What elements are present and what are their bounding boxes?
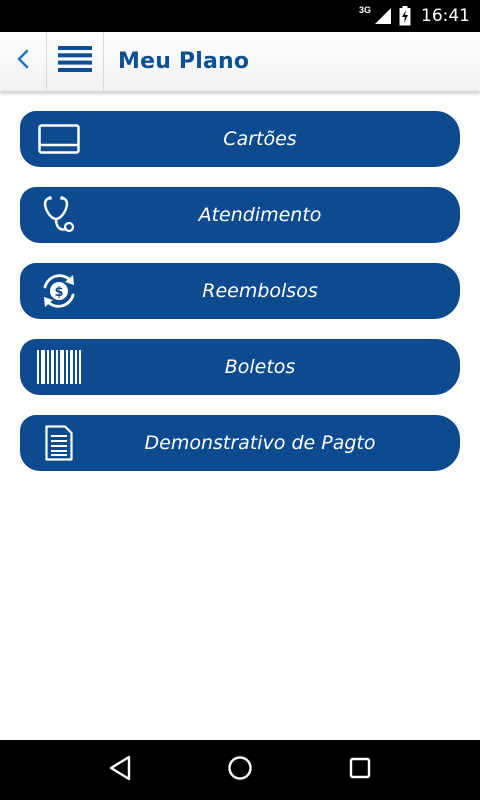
refund-icon: $	[36, 271, 82, 311]
clock: 16:41	[421, 6, 470, 26]
menu-item-reembolsos[interactable]: $ Reembolsos	[20, 263, 460, 319]
nav-back-button[interactable]	[100, 750, 140, 790]
status-bar: 3G 16:41	[0, 0, 480, 32]
menu-item-label: Demonstrativo de Pagto	[144, 432, 376, 454]
signal-icon	[375, 8, 391, 24]
menu-item-boletos[interactable]: Boletos	[20, 339, 460, 395]
back-button[interactable]	[0, 31, 47, 92]
stethoscope-icon	[36, 195, 82, 235]
triangle-back-icon	[108, 755, 132, 786]
nav-recents-button[interactable]	[340, 750, 380, 790]
menu-item-label: Reembolsos	[202, 280, 318, 302]
navigation-bar	[0, 740, 480, 800]
square-recents-icon	[349, 757, 371, 784]
menu-item-label: Cartões	[223, 128, 297, 150]
menu-item-atendimento[interactable]: Atendimento	[20, 187, 460, 243]
card-icon	[36, 119, 82, 159]
app-bar: Meu Plano	[0, 31, 480, 92]
battery-icon	[399, 6, 411, 26]
barcode-icon	[36, 347, 82, 387]
menu-item-cartoes[interactable]: Cartões	[20, 111, 460, 167]
menu-item-label: Boletos	[224, 356, 296, 378]
circle-home-icon	[227, 755, 253, 786]
chevron-left-icon	[16, 48, 30, 75]
network-type: 3G	[358, 5, 371, 15]
document-icon	[36, 423, 82, 463]
menu-item-demonstrativo[interactable]: Demonstrativo de Pagto	[20, 415, 460, 471]
menu-button[interactable]	[47, 31, 104, 92]
menu-item-label: Atendimento	[198, 204, 322, 226]
nav-home-button[interactable]	[220, 750, 260, 790]
svg-text:$: $	[54, 285, 63, 300]
page-title: Meu Plano	[118, 49, 250, 74]
menu-list: Cartões Atendimento $ Reembolsos Boletos…	[20, 111, 460, 491]
hamburger-icon	[58, 46, 92, 77]
